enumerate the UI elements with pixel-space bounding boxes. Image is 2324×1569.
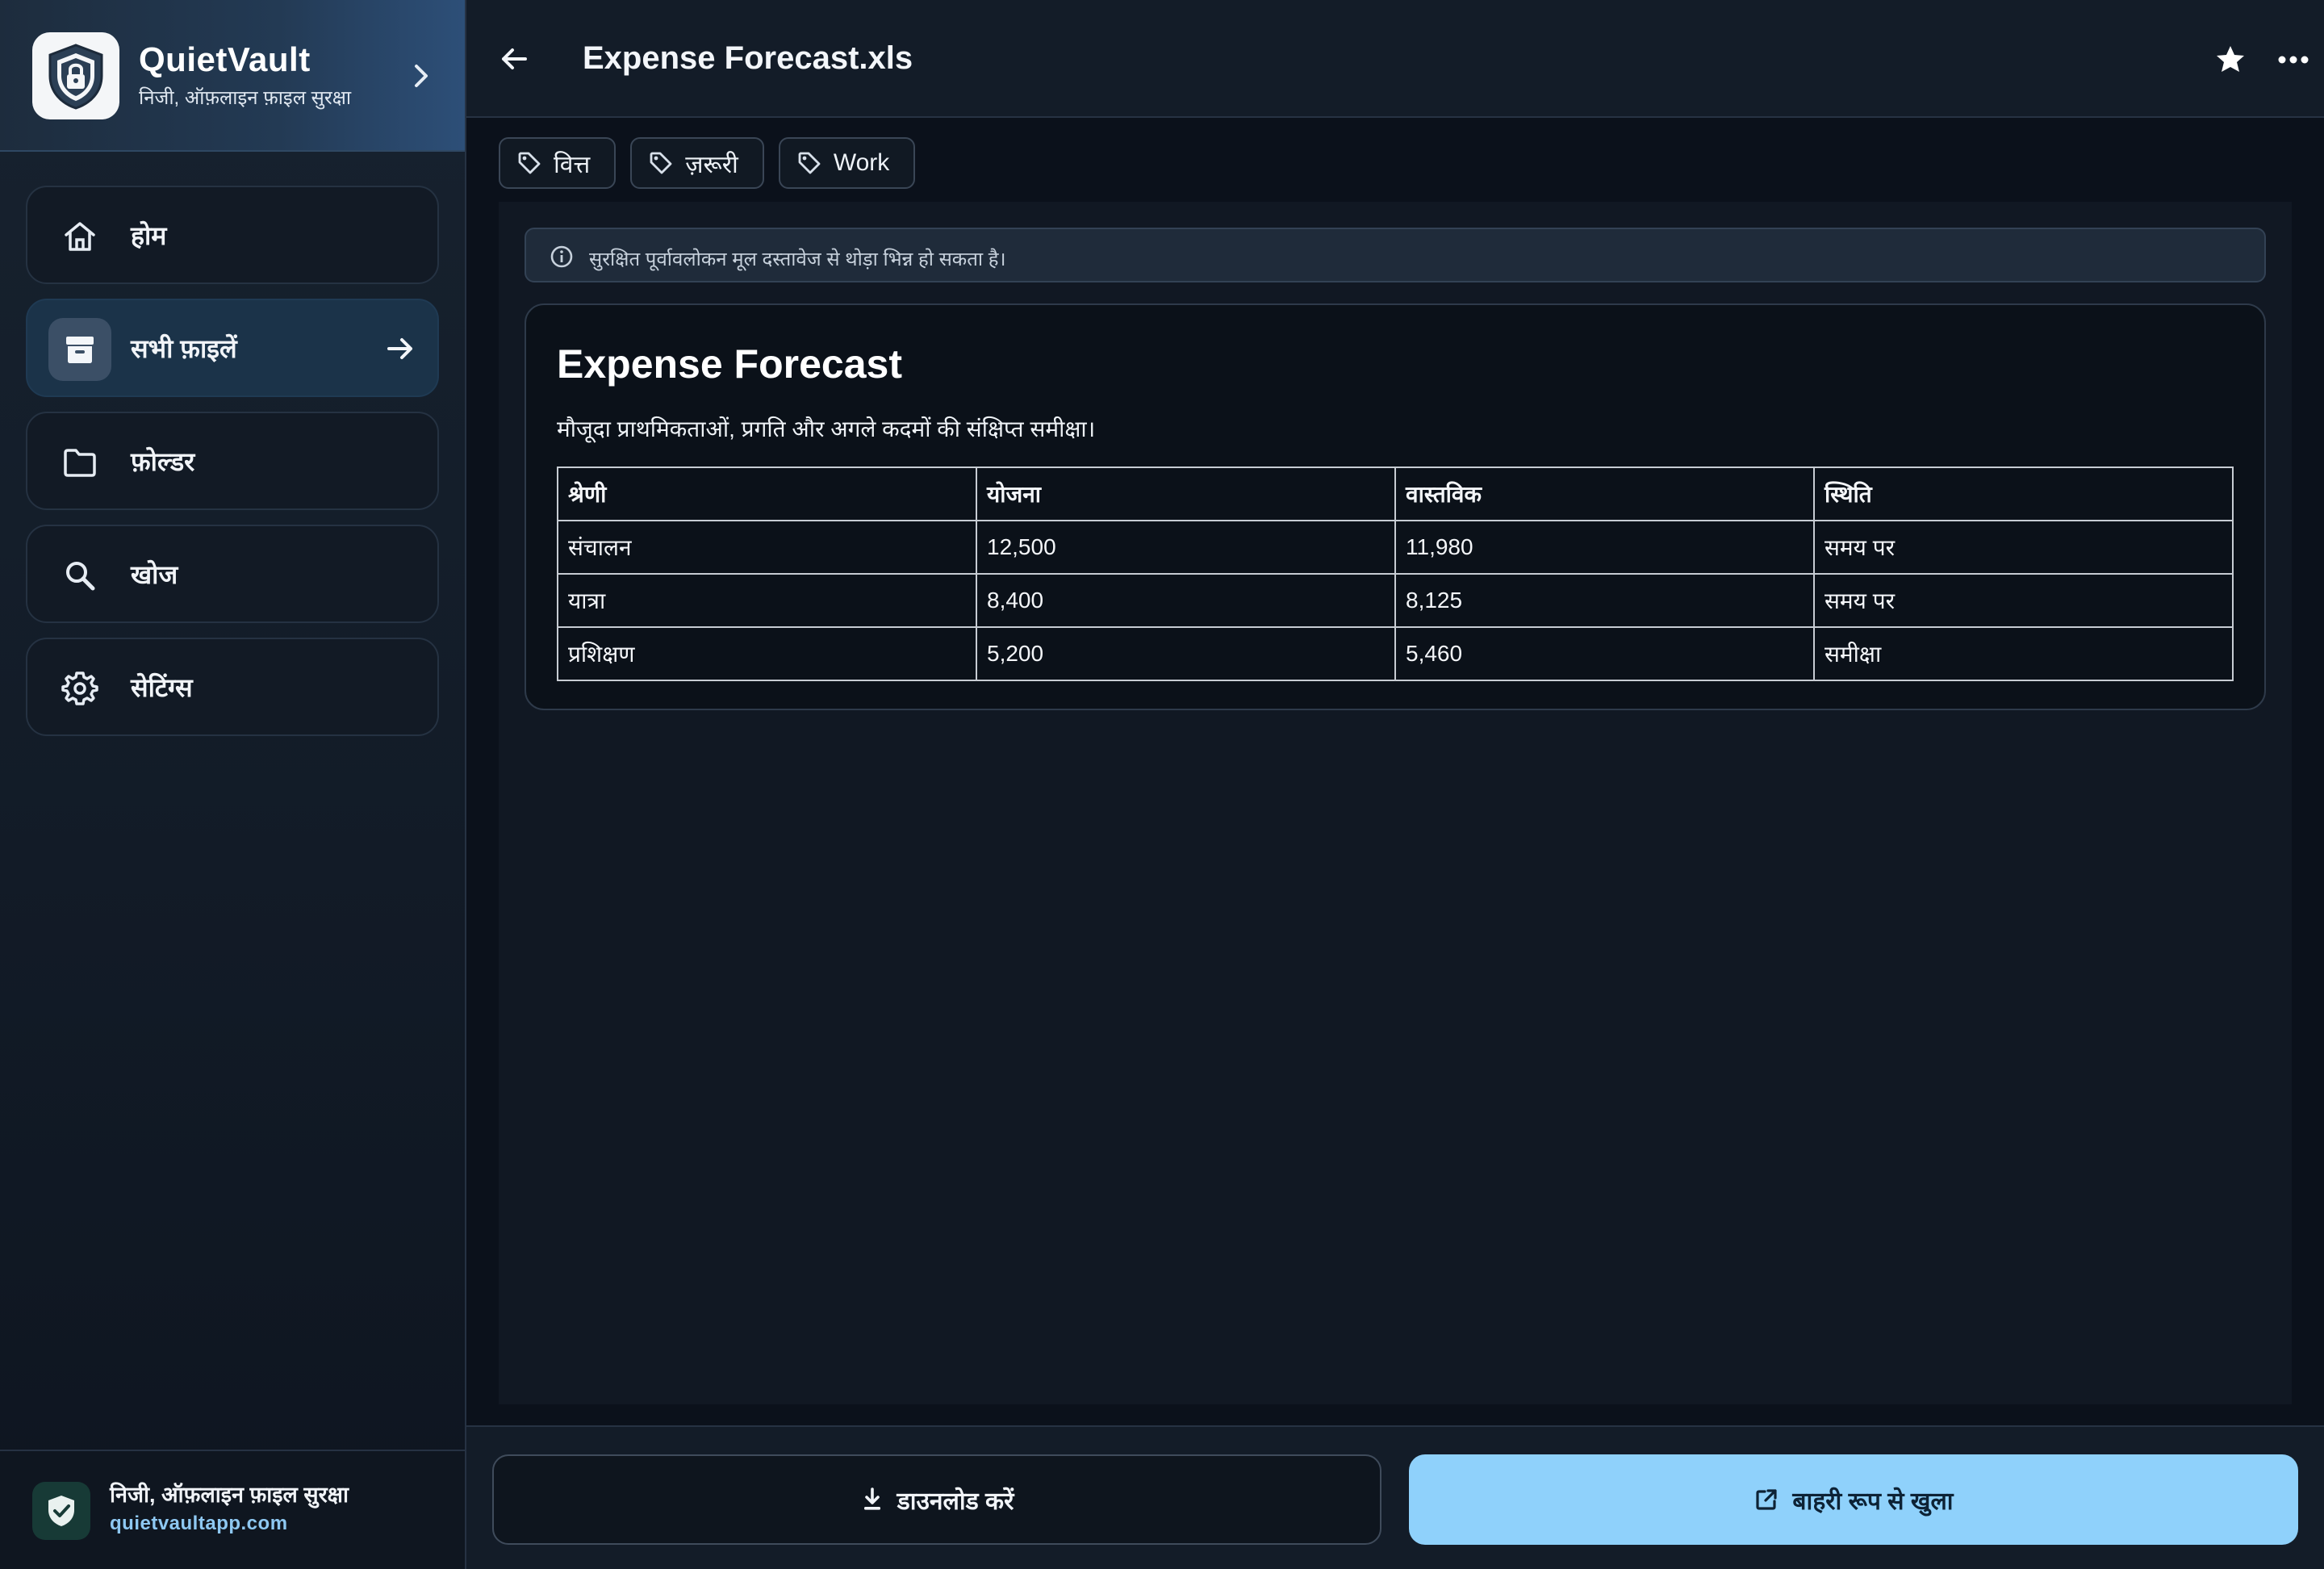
download-icon [863, 1487, 880, 1510]
table-cell: समय पर [1813, 520, 2234, 575]
tag-icon [798, 152, 821, 174]
document-title: Expense Forecast [557, 341, 902, 387]
app-window: QuietVault निजी, ऑफ़लाइन फ़ाइल सुरक्षा ह… [0, 0, 2324, 1569]
expense-table: श्रेणी योजना वास्तविक स्थिति संचालन 12,5… [557, 467, 2234, 681]
shield-lock-logo-icon [32, 32, 119, 119]
tag-label: ज़रूरी [685, 151, 738, 178]
column-header: श्रेणी [557, 467, 977, 521]
table-header-row: श्रेणी योजना वास्तविक स्थिति [557, 467, 2234, 521]
tag-chip[interactable]: ज़रूरी [630, 137, 764, 189]
file-title: Expense Forecast.xls [583, 40, 913, 76]
app-tagline: निजी, ऑफ़लाइन फ़ाइल सुरक्षा [139, 87, 352, 109]
action-bar: डाउनलोड करें बाहरी रूप से खुला [466, 1425, 2324, 1569]
open-external-button[interactable]: बाहरी रूप से खुला [1409, 1454, 2298, 1545]
table-cell: प्रशिक्षण [557, 626, 977, 681]
table-cell: संचालन [557, 520, 977, 575]
sidebar-footer: निजी, ऑफ़लाइन फ़ाइल सुरक्षा quietvaultap… [0, 1450, 465, 1569]
home-icon [48, 205, 111, 268]
open-external-label: बाहरी रूप से खुला [1792, 1487, 1954, 1515]
sidebar-item-label: खोज [131, 560, 178, 589]
table-cell: 8,125 [1394, 573, 1815, 628]
document-preview[interactable]: सुरक्षित पूर्वावलोकन मूल दस्तावेज से थोड… [499, 202, 2292, 1404]
tag-icon [650, 152, 672, 174]
table-cell: 8,400 [976, 573, 1396, 628]
tag-label: वित्त [554, 151, 591, 178]
search-icon [48, 544, 111, 607]
star-icon [2217, 46, 2244, 72]
sidebar-item-label: सेटिंग्स [131, 673, 193, 702]
folder-icon [48, 431, 111, 494]
sidebar-item-settings[interactable]: सेटिंग्स [26, 638, 439, 736]
sidebar-nav: होम सभी फ़ाइलें फ़ोल्डर खोज सेटिंग्स [26, 186, 439, 751]
column-header: वास्तविक [1394, 467, 1815, 521]
table-row: यात्रा 8,400 8,125 समय पर [557, 573, 2234, 628]
external-link-icon [1756, 1489, 1778, 1510]
tag-chip[interactable]: वित्त [499, 137, 617, 189]
sidebar-item-all-files[interactable]: सभी फ़ाइलें [26, 299, 439, 397]
table-row: प्रशिक्षण 5,200 5,460 समीक्षा [557, 626, 2234, 681]
download-label: डाउनलोड करें [897, 1487, 1014, 1515]
footer-title: निजी, ऑफ़लाइन फ़ाइल सुरक्षा [110, 1483, 349, 1507]
arrow-left-icon [502, 48, 527, 69]
tag-chip[interactable]: Work [778, 137, 916, 189]
sidebar-item-label: सभी फ़ाइलें [131, 334, 237, 363]
column-header: योजना [976, 467, 1396, 521]
brand-header[interactable]: QuietVault निजी, ऑफ़लाइन फ़ाइल सुरक्षा [0, 0, 465, 152]
column-header: स्थिति [1813, 467, 2234, 521]
sidebar-item-home[interactable]: होम [26, 186, 439, 284]
table-cell: 12,500 [976, 520, 1396, 575]
arrow-right-icon [384, 333, 416, 365]
shield-check-icon [32, 1482, 90, 1540]
sidebar-item-folders[interactable]: फ़ोल्डर [26, 412, 439, 510]
more-options-button[interactable] [2271, 37, 2316, 82]
tag-label: Work [833, 149, 890, 176]
sidebar: QuietVault निजी, ऑफ़लाइन फ़ाइल सुरक्षा ह… [0, 0, 466, 1569]
notice-text: सुरक्षित पूर्वावलोकन मूल दस्तावेज से थोड… [589, 249, 1006, 270]
app-name: QuietVault [139, 40, 311, 78]
table-cell: 5,200 [976, 626, 1396, 681]
sidebar-item-search[interactable]: खोज [26, 525, 439, 623]
top-bar: Expense Forecast.xls [466, 0, 2324, 118]
table-cell: 11,980 [1394, 520, 1815, 575]
tag-icon [518, 152, 541, 174]
table-cell: 5,460 [1394, 626, 1815, 681]
tag-list: वित्त ज़रूरी Work [499, 137, 916, 189]
chevron-right-icon[interactable] [408, 60, 434, 92]
table-row: संचालन 12,500 11,980 समय पर [557, 520, 2234, 575]
table-cell: समीक्षा [1813, 626, 2234, 681]
download-button[interactable]: डाउनलोड करें [492, 1454, 1381, 1545]
website-link[interactable]: quietvaultapp.com [110, 1513, 288, 1535]
document-subtitle: मौजूदा प्राथमिकताओं, प्रगति और अगले कदमो… [557, 416, 1096, 441]
table-cell: यात्रा [557, 573, 977, 628]
sidebar-item-label: होम [131, 221, 167, 250]
info-icon [550, 245, 573, 268]
archive-box-icon [48, 318, 111, 381]
favorite-button[interactable] [2208, 37, 2253, 82]
sidebar-item-label: फ़ोल्डर [131, 447, 195, 476]
more-horizontal-icon [2278, 56, 2309, 64]
back-button[interactable] [491, 36, 537, 82]
gear-icon [48, 657, 111, 720]
document-card: Expense Forecast मौजूदा प्राथमिकताओं, प्… [525, 303, 2266, 710]
table-cell: समय पर [1813, 573, 2234, 628]
preview-notice: सुरक्षित पूर्वावलोकन मूल दस्तावेज से थोड… [525, 228, 2266, 282]
